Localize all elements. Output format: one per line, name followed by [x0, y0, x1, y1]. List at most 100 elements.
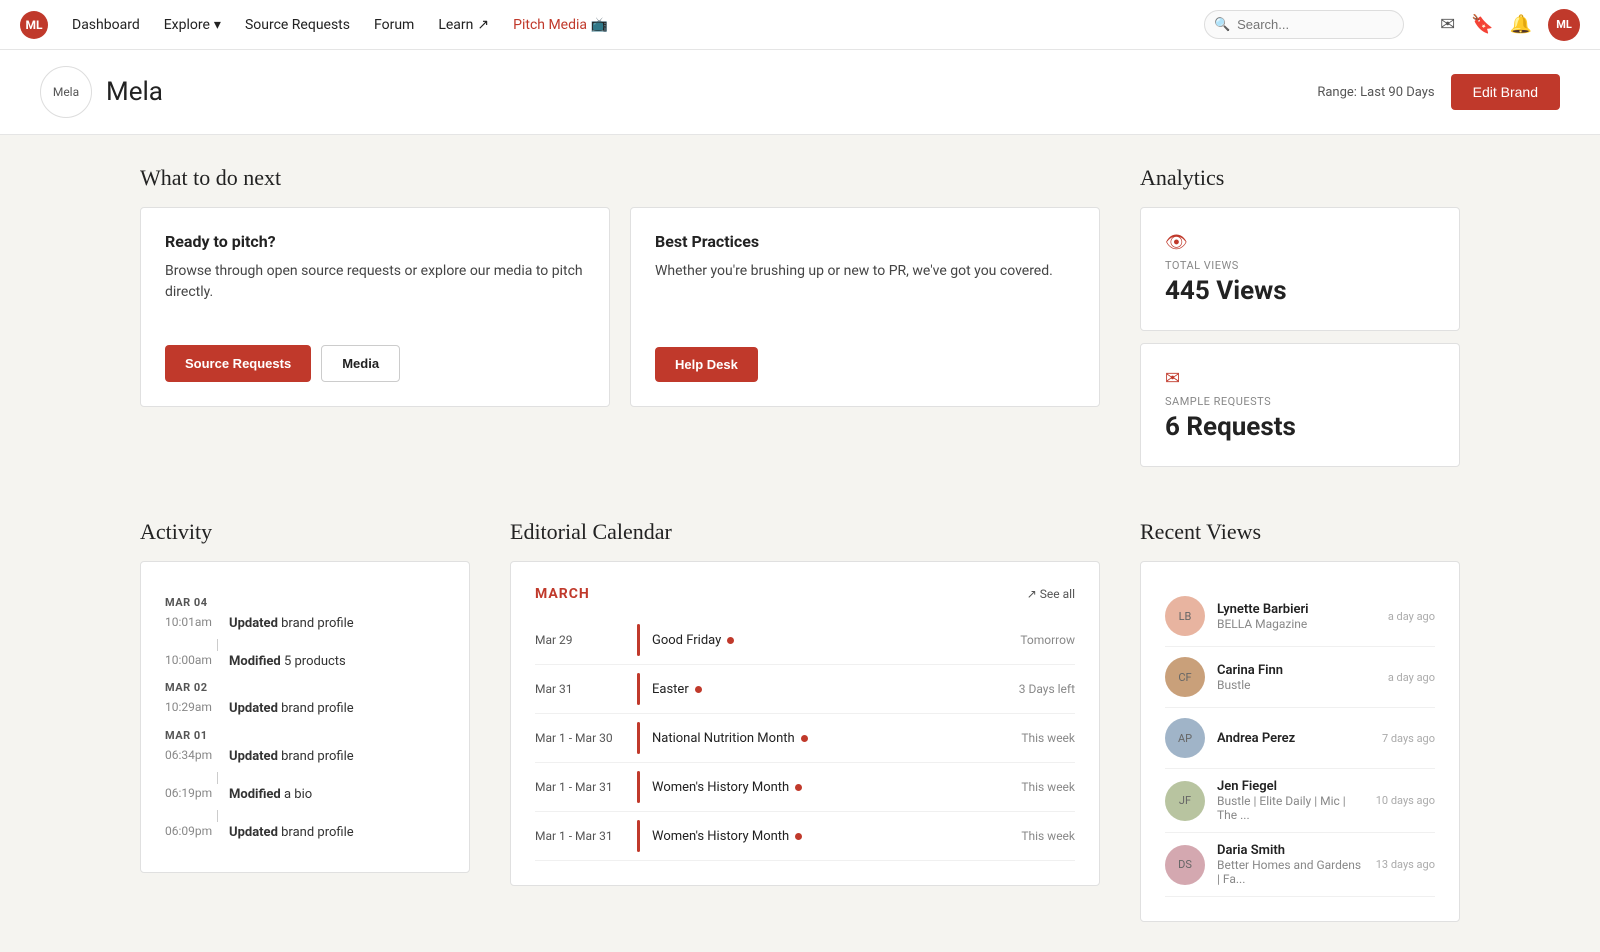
- ready-to-pitch-card: Ready to pitch? Browse through open sour…: [140, 207, 610, 407]
- ec-events-list: Mar 29 Good Friday Tomorrow Mar 31 Easte…: [535, 616, 1075, 861]
- user-avatar[interactable]: ML: [1548, 9, 1580, 41]
- help-desk-button[interactable]: Help Desk: [655, 347, 758, 382]
- eye-icon: 👁: [1165, 232, 1435, 253]
- sample-requests-value: 6 Requests: [1165, 412, 1435, 442]
- bottom-section: Activity MAR 04 10:01am Updated brand pr…: [140, 519, 1460, 922]
- ec-event-date: Mar 1 - Mar 30: [535, 731, 625, 745]
- search-input[interactable]: [1204, 10, 1404, 39]
- ec-event-timing: 3 Days left: [995, 682, 1075, 696]
- activity-title: Activity: [140, 519, 470, 545]
- activity-date-header: MAR 01: [165, 729, 445, 742]
- recent-views-title: Recent Views: [1140, 519, 1460, 545]
- brand-left: Mela Mela: [40, 66, 163, 118]
- rv-info: Lynette Barbieri BELLA Magazine: [1217, 602, 1363, 631]
- main-content: What to do next Ready to pitch? Browse t…: [100, 135, 1500, 952]
- activity-item: 06:09pm Updated brand profile: [165, 824, 445, 842]
- editorial-calendar-card: MARCH ↗ See all Mar 29 Good Friday Tomor…: [510, 561, 1100, 886]
- nav-explore[interactable]: Explore ▾: [164, 17, 221, 33]
- ec-event-timing: This week: [995, 731, 1075, 745]
- ec-event-name: National Nutrition Month: [652, 731, 995, 746]
- bell-icon[interactable]: 🔔: [1510, 14, 1532, 35]
- avatar: CF: [1165, 657, 1205, 697]
- rv-time: 13 days ago: [1375, 858, 1435, 871]
- rv-time: 7 days ago: [1375, 732, 1435, 745]
- ec-event-bar: [637, 771, 640, 803]
- activity-item: 10:00am Modified 5 products: [165, 653, 445, 671]
- search-icon: 🔍: [1214, 17, 1230, 32]
- pitch-card-title: Ready to pitch?: [165, 232, 585, 251]
- nav-source-requests[interactable]: Source Requests: [245, 17, 350, 33]
- ec-event-row: Mar 1 - Mar 31 Women's History Month Thi…: [535, 812, 1075, 861]
- edit-brand-button[interactable]: Edit Brand: [1451, 74, 1560, 110]
- brand-header: Mela Mela Range: Last 90 Days Edit Brand: [0, 50, 1600, 135]
- analytics-section: Analytics 👁 TOTAL VIEWS 445 Views ✉ SAMP…: [1140, 165, 1460, 479]
- rv-info: Carina Finn Bustle: [1217, 663, 1363, 692]
- ec-dot: [795, 833, 802, 840]
- brand-right: Range: Last 90 Days Edit Brand: [1317, 74, 1560, 110]
- external-link-icon: ↗: [477, 17, 489, 33]
- nav-pitch-media[interactable]: Pitch Media 📺: [513, 17, 608, 33]
- ec-event-date: Mar 1 - Mar 31: [535, 780, 625, 794]
- ec-dot: [801, 735, 808, 742]
- date-range-label: Range: Last 90 Days: [1317, 85, 1434, 100]
- pitch-card-description: Browse through open source requests or e…: [165, 261, 585, 303]
- bookmark-icon[interactable]: 🔖: [1471, 14, 1493, 35]
- ec-event-date: Mar 29: [535, 633, 625, 647]
- brand-logo: Mela: [40, 66, 92, 118]
- rv-person-name: Daria Smith: [1217, 843, 1363, 858]
- activity-text: Updated brand profile: [229, 824, 354, 842]
- recent-view-item[interactable]: JF Jen Fiegel Bustle | Elite Daily | Mic…: [1165, 769, 1435, 833]
- activity-time: 10:00am: [165, 653, 217, 667]
- source-requests-button[interactable]: Source Requests: [165, 345, 311, 382]
- rv-publication: Bustle: [1217, 678, 1363, 692]
- recent-view-item[interactable]: DS Daria Smith Better Homes and Gardens …: [1165, 833, 1435, 897]
- editorial-calendar-section: Editorial Calendar MARCH ↗ See all Mar 2…: [510, 519, 1100, 922]
- activity-time: 10:01am: [165, 615, 217, 629]
- rv-time: a day ago: [1375, 671, 1435, 684]
- avatar: JF: [1165, 781, 1205, 821]
- ec-event-timing: This week: [995, 829, 1075, 843]
- activity-divider: [217, 810, 218, 822]
- activity-time: 06:34pm: [165, 748, 217, 762]
- ec-event-bar: [637, 673, 640, 705]
- avatar: DS: [1165, 845, 1205, 885]
- rv-person-name: Carina Finn: [1217, 663, 1363, 678]
- ec-event-timing: This week: [995, 780, 1075, 794]
- activity-date-header: MAR 02: [165, 681, 445, 694]
- recent-view-item[interactable]: LB Lynette Barbieri BELLA Magazine a day…: [1165, 586, 1435, 647]
- what-to-do-next-title: What to do next: [140, 165, 1100, 191]
- recent-views-card: LB Lynette Barbieri BELLA Magazine a day…: [1140, 561, 1460, 922]
- activity-item: 10:01am Updated brand profile: [165, 615, 445, 633]
- mail-icon[interactable]: ✉: [1440, 14, 1455, 35]
- nav-dashboard[interactable]: Dashboard: [72, 17, 140, 33]
- activity-time: 06:09pm: [165, 824, 217, 838]
- nav-right-icons: ✉ 🔖 🔔 ML: [1440, 9, 1580, 41]
- activity-item: 10:29am Updated brand profile: [165, 700, 445, 718]
- total-views-card: 👁 TOTAL VIEWS 445 Views: [1140, 207, 1460, 331]
- activity-text: Updated brand profile: [229, 748, 354, 766]
- nav-learn[interactable]: Learn ↗: [438, 17, 489, 33]
- recent-view-item[interactable]: CF Carina Finn Bustle a day ago: [1165, 647, 1435, 708]
- ec-event-bar: [637, 624, 640, 656]
- rv-publication: BELLA Magazine: [1217, 617, 1363, 631]
- sample-requests-label: SAMPLE REQUESTS: [1165, 395, 1435, 408]
- ec-event-date: Mar 1 - Mar 31: [535, 829, 625, 843]
- search-container: 🔍: [1204, 10, 1404, 39]
- what-to-do-next-cards: Ready to pitch? Browse through open sour…: [140, 207, 1100, 407]
- envelope-icon: ✉: [1165, 368, 1435, 389]
- total-views-label: TOTAL VIEWS: [1165, 259, 1435, 272]
- nav-logo: ML: [20, 11, 48, 39]
- analytics-title: Analytics: [1140, 165, 1460, 191]
- see-all-button[interactable]: ↗ See all: [1027, 587, 1075, 601]
- media-button[interactable]: Media: [321, 345, 400, 382]
- ec-event-name: Women's History Month: [652, 829, 995, 844]
- nav-forum[interactable]: Forum: [374, 17, 414, 33]
- recent-view-item[interactable]: AP Andrea Perez 7 days ago: [1165, 708, 1435, 769]
- best-practices-description: Whether you're brushing up or new to PR,…: [655, 261, 1075, 282]
- ec-dot: [695, 686, 702, 693]
- activity-divider: [217, 772, 218, 784]
- activity-time: 10:29am: [165, 700, 217, 714]
- rv-person-name: Jen Fiegel: [1217, 779, 1363, 794]
- rv-person-name: Lynette Barbieri: [1217, 602, 1363, 617]
- rv-time: a day ago: [1375, 610, 1435, 623]
